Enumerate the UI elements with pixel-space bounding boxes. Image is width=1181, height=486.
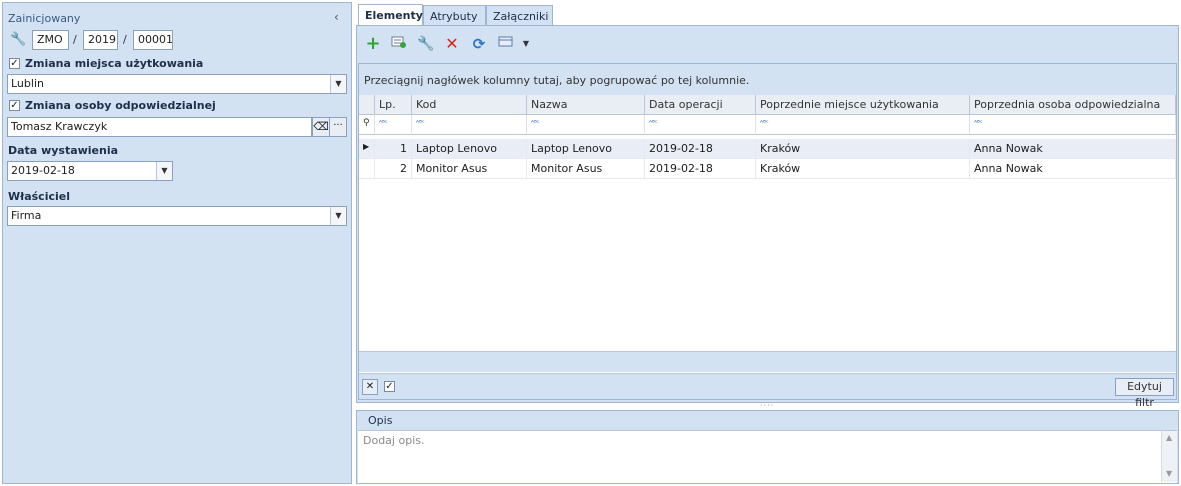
dropdown-arrow-icon[interactable]: ▼	[330, 75, 346, 93]
wrench-icon[interactable]: 🔧	[10, 32, 26, 47]
row-indicator	[359, 159, 375, 179]
person-value: Tomasz Krawczyk	[11, 120, 108, 133]
column-header-data-operacji[interactable]: Data operacji	[645, 95, 756, 115]
description-panel: Opis Dodaj opis. ▲ ▼	[356, 410, 1179, 484]
clear-eraser-icon[interactable]: ⌫	[312, 117, 330, 137]
table-cell[interactable]: 1	[375, 139, 412, 159]
table-cell[interactable]: Kraków	[756, 159, 970, 179]
number-year-field[interactable]: 2019	[83, 30, 118, 50]
clear-filter-icon[interactable]: ✕	[362, 379, 378, 395]
issue-date-picker[interactable]: 2019-02-18 ▼	[7, 161, 173, 181]
filter-row-icon: ⚲	[359, 115, 375, 135]
collapse-chevron-icon[interactable]: ‹	[334, 10, 339, 24]
tab-elementy[interactable]: Elementy	[358, 4, 423, 27]
document-header-panel: Zainicjowany ‹ 🔧 ZMO / 2019 / 00001 ✓ Zm…	[2, 2, 352, 484]
export-dropdown-icon[interactable]: ▼	[517, 35, 535, 53]
change-place-label: Zmiana miejsca użytkowania	[25, 57, 204, 70]
edit-icon[interactable]: 🔧	[417, 35, 435, 53]
description-textarea[interactable]: Dodaj opis. ▲ ▼	[358, 430, 1177, 483]
table-cell[interactable]: Monitor Asus	[412, 159, 527, 179]
table-cell[interactable]: Kraków	[756, 139, 970, 159]
export-icon[interactable]	[497, 35, 515, 53]
column-header-lp[interactable]: Lp.	[375, 95, 412, 115]
description-placeholder: Dodaj opis.	[363, 434, 425, 447]
table-cell[interactable]: 2019-02-18	[645, 159, 756, 179]
filter-cell[interactable]: ᴬᴮᶜ	[970, 115, 1176, 135]
elements-grid: Przeciągnij nagłówek kolumny tutaj, aby …	[358, 63, 1177, 409]
number-prefix-field[interactable]: ZMO	[32, 30, 69, 50]
dropdown-arrow-icon[interactable]: ▼	[330, 207, 346, 225]
owner-select[interactable]: Firma ▼	[7, 206, 347, 226]
change-person-checkbox[interactable]: ✓	[9, 100, 20, 111]
change-place-checkbox[interactable]: ✓	[9, 58, 20, 69]
table-cell[interactable]: Laptop Lenovo	[412, 139, 527, 159]
owner-value: Firma	[11, 209, 42, 222]
number-separator: /	[73, 33, 77, 46]
place-select[interactable]: Lublin ▼	[7, 74, 347, 94]
row-indicator-icon: ▶	[359, 139, 375, 159]
filter-cell[interactable]: ᴬᴮᶜ	[375, 115, 412, 135]
add-icon[interactable]: +	[364, 35, 382, 53]
dropdown-arrow-icon[interactable]: ▼	[156, 162, 172, 180]
description-scrollbar[interactable]: ▲ ▼	[1161, 431, 1177, 482]
status-label: Zainicjowany	[8, 12, 81, 25]
edit-filter-button[interactable]: Edytuj filtr	[1115, 378, 1174, 409]
row-indicator-header	[359, 95, 375, 115]
splitter-grip[interactable]: ····	[760, 401, 774, 410]
filter-bar: ✕ ✓ Edytuj filtr	[359, 373, 1176, 409]
elements-panel: + 🔧 ✕ ⟳ ▼ Przeciągnij nagłówek kolumny t…	[356, 25, 1179, 409]
filter-enabled-checkbox[interactable]: ✓	[384, 381, 395, 392]
tab-zalaczniki[interactable]: Załączniki	[486, 5, 553, 26]
number-separator: /	[123, 33, 127, 46]
change-person-label: Zmiana osoby odpowiedzialnej	[25, 99, 216, 112]
add-from-list-icon[interactable]	[390, 35, 408, 53]
table-cell[interactable]: 2019-02-18	[645, 139, 756, 159]
table-cell[interactable]: Monitor Asus	[527, 159, 645, 179]
place-value: Lublin	[11, 77, 44, 90]
delete-icon[interactable]: ✕	[443, 35, 461, 53]
issue-date-label: Data wystawienia	[8, 144, 119, 157]
person-field[interactable]: Tomasz Krawczyk	[7, 117, 312, 137]
column-header-nazwa[interactable]: Nazwa	[527, 95, 645, 115]
column-header-kod[interactable]: Kod	[412, 95, 527, 115]
grid-footer	[359, 351, 1176, 372]
column-header-poprzednia-osoba[interactable]: Poprzednia osoba odpowiedzialna	[970, 95, 1176, 115]
owner-label: Właściciel	[8, 190, 70, 203]
scroll-up-icon[interactable]: ▲	[1166, 433, 1172, 442]
filter-cell[interactable]: ᴬᴮᶜ	[645, 115, 756, 135]
table-cell[interactable]: 2	[375, 159, 412, 179]
column-header-poprzednie-miejsce[interactable]: Poprzednie miejsce użytkowania	[756, 95, 970, 115]
table-cell[interactable]: Anna Nowak	[970, 159, 1176, 179]
issue-date-value: 2019-02-18	[11, 164, 75, 177]
filter-cell[interactable]: ᴬᴮᶜ	[412, 115, 527, 135]
ellipsis-button[interactable]: ···	[329, 117, 347, 137]
refresh-icon[interactable]: ⟳	[470, 35, 488, 53]
filter-cell[interactable]: ᴬᴮᶜ	[756, 115, 970, 135]
scroll-down-icon[interactable]: ▼	[1166, 469, 1172, 478]
number-seq-field[interactable]: 00001	[133, 30, 173, 50]
description-title: Opis	[368, 414, 393, 427]
group-by-hint: Przeciągnij nagłówek kolumny tutaj, aby …	[359, 64, 1176, 95]
tab-atrybuty[interactable]: Atrybuty	[423, 5, 486, 26]
table-cell[interactable]: Laptop Lenovo	[527, 139, 645, 159]
table-cell[interactable]: Anna Nowak	[970, 139, 1176, 159]
filter-cell[interactable]: ᴬᴮᶜ	[527, 115, 645, 135]
